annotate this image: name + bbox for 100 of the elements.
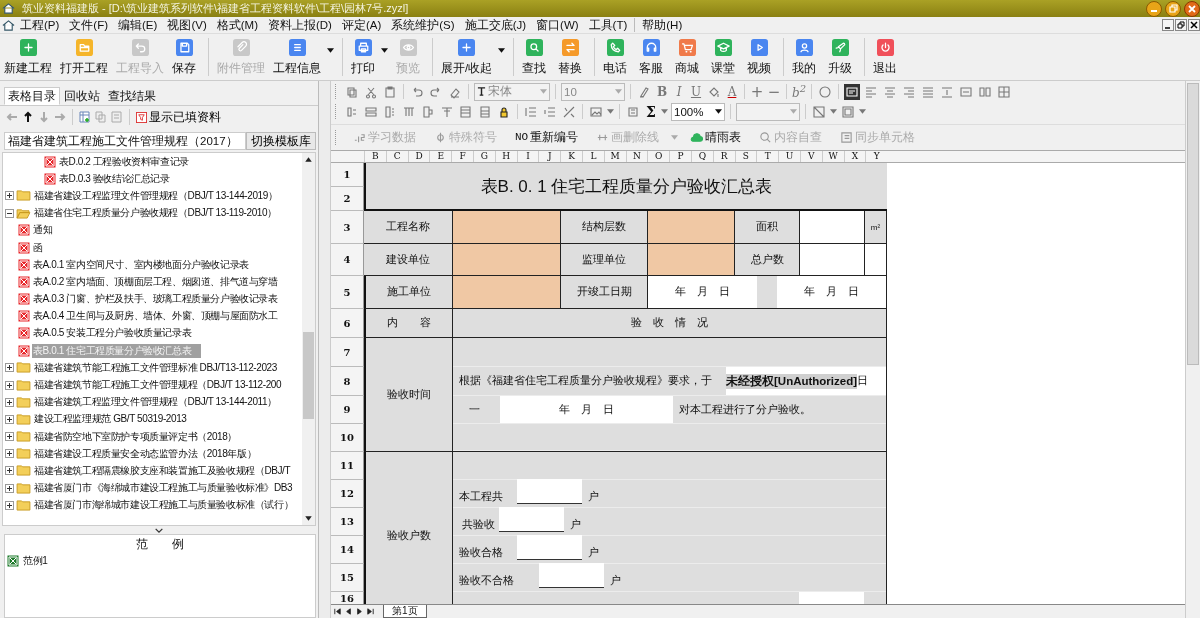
tree-item[interactable]: 表D.0.2 工程验收资料审查记录 — [58, 154, 190, 169]
column-header[interactable]: P — [669, 151, 691, 162]
column-header[interactable]: F — [451, 151, 473, 162]
sum-button[interactable]: Σ — [644, 103, 658, 120]
row-header[interactable]: 6 — [331, 309, 364, 338]
row-header[interactable]: 1 — [331, 163, 364, 187]
tree-item[interactable]: 福建省防空地下室防护专项质量评定书（2018） — [33, 429, 239, 444]
row-header[interactable]: 16 — [331, 592, 364, 604]
tree-item[interactable]: 福建省建筑工程隔震橡胶支座和装置施工及验收规程（DBJ/T — [33, 463, 292, 478]
column-header[interactable]: H — [494, 151, 517, 162]
column-header[interactable]: R — [712, 151, 735, 162]
zoom-select[interactable]: 100% — [671, 102, 725, 121]
column-header[interactable]: X — [843, 151, 866, 162]
tree-item[interactable]: 福建省建筑节能工程施工文件管理标准 DBJ/T13-112-2023 — [33, 360, 278, 375]
menu-item[interactable]: 工程(P) — [15, 17, 65, 33]
input-field[interactable] — [499, 507, 564, 532]
expand-icon[interactable] — [5, 432, 14, 442]
format-button[interactable]: − — [767, 82, 781, 101]
previous-page-icon[interactable] — [344, 607, 353, 616]
scrollbar-thumb[interactable] — [1187, 83, 1199, 365]
toolbar-button[interactable]: 展开/收起 — [437, 38, 510, 76]
minimize-button[interactable] — [1146, 0, 1162, 17]
expand-icon[interactable] — [5, 363, 14, 373]
column-header[interactable]: T — [756, 151, 779, 162]
menu-item[interactable]: 帮助(H) — [637, 17, 688, 33]
tree-item[interactable]: 表A.0.3 门窗、护栏及扶手、玻璃工程质量分户验收记录表 — [32, 292, 279, 307]
input-field[interactable] — [539, 563, 604, 588]
panel-tab[interactable]: 表格目录 — [4, 87, 60, 105]
tree-item[interactable]: 表A.0.2 室内墙面、顶棚面层工程、烟囱道、排气道与穿墙 — [32, 274, 279, 289]
toolbar-button[interactable]: 课堂 — [707, 38, 744, 76]
tree-item[interactable]: 福建省住宅工程质量分户验收规程（DBJ/T 13-119-2010） — [33, 206, 278, 221]
column-header[interactable]: D — [407, 151, 430, 162]
caret-icon[interactable] — [327, 47, 334, 53]
column-header[interactable]: Y — [865, 151, 888, 162]
menu-item[interactable]: 资料上报(D) — [262, 17, 337, 33]
row-header[interactable]: 9 — [331, 396, 364, 424]
column-header[interactable]: K — [560, 151, 582, 162]
panel-tab[interactable]: 回收站 — [60, 87, 104, 105]
switch-library-button[interactable]: 切换模板库 — [246, 132, 316, 150]
collapse-icon[interactable] — [5, 208, 14, 218]
format-button[interactable]: b$^{2}$ — [792, 83, 807, 100]
caret-icon[interactable] — [381, 47, 388, 53]
chevron-down-icon[interactable] — [154, 526, 164, 534]
menu-item[interactable]: 窗口(W) — [531, 17, 584, 33]
tree-item[interactable]: 表A.0.5 安装工程分户验收质量记录表 — [32, 326, 193, 341]
expand-icon[interactable] — [5, 191, 14, 201]
tree-item[interactable]: 函 — [32, 240, 44, 255]
format-button[interactable]: I — [672, 84, 686, 99]
column-header[interactable]: E — [429, 151, 452, 162]
column-header[interactable]: M — [603, 151, 626, 162]
toolbar-button[interactable]: 电话 — [599, 38, 636, 76]
input-cell[interactable] — [453, 276, 561, 309]
input-cell[interactable] — [648, 244, 735, 276]
toolbar-button[interactable]: 客服 — [635, 38, 672, 76]
row-header[interactable]: 2 — [331, 187, 364, 211]
up-arrow-icon[interactable] — [22, 111, 34, 123]
table-icon[interactable] — [458, 103, 474, 120]
column-header[interactable]: U — [778, 151, 800, 162]
toolbar-button[interactable]: 新建工程 — [0, 38, 56, 76]
toolbar-button[interactable]: 晴雨表 — [684, 129, 748, 145]
column-header[interactable]: O — [647, 151, 670, 162]
restore-button[interactable] — [1165, 0, 1181, 17]
expand-icon[interactable] — [5, 414, 14, 424]
tree-item[interactable]: 建设工程监理规范 GB/T 50319-2013 — [33, 412, 188, 427]
format-button[interactable]: U — [689, 84, 703, 99]
first-page-icon[interactable] — [333, 607, 342, 616]
menu-item[interactable]: 视图(V) — [162, 17, 212, 33]
column-header[interactable]: C — [385, 151, 408, 162]
grid-icon[interactable] — [996, 83, 1013, 100]
tree-item[interactable]: 福建省建设工程质量安全动态监管办法（2018年版） — [33, 446, 258, 461]
row-header[interactable]: 3 — [331, 211, 364, 244]
menu-item[interactable]: 编辑(E) — [113, 17, 163, 33]
row-header[interactable]: 12 — [331, 480, 364, 508]
sample-item[interactable]: 范例1 — [22, 554, 49, 568]
toolbar-button[interactable]: 打开工程 — [56, 38, 112, 76]
toolbar-button[interactable]: 替换 — [554, 38, 591, 76]
close-button[interactable] — [1188, 19, 1200, 31]
tree-item[interactable]: 表A.0.4 卫生间与及厨房、墙体、外窗、顶棚与屋面防水工 — [32, 309, 279, 324]
toolbar-button[interactable]: 我的 — [788, 38, 825, 76]
input-cell[interactable] — [648, 211, 735, 244]
text-wrap-icon[interactable] — [844, 83, 861, 100]
filter-button[interactable]: 显示已填资料 — [136, 109, 221, 125]
toolbar-button[interactable]: 商城 — [671, 38, 708, 76]
table-icon[interactable] — [420, 103, 436, 120]
input-field[interactable] — [517, 479, 582, 504]
expand-icon[interactable] — [5, 449, 14, 459]
column-header[interactable]: N — [625, 151, 648, 162]
row-header[interactable]: 4 — [331, 244, 364, 276]
format-button[interactable]: + — [750, 82, 764, 101]
menu-item[interactable]: 评定(A) — [336, 17, 387, 33]
toolbar-button[interactable]: 升级 — [824, 38, 861, 76]
library-field[interactable]: 福建省建筑工程施工文件管理规程（2017） — [4, 132, 246, 150]
row-header[interactable]: 5 — [331, 276, 364, 309]
menu-item[interactable]: 系统维护(S) — [386, 17, 460, 33]
row-header[interactable]: 8 — [331, 367, 364, 396]
expand-icon[interactable] — [5, 397, 14, 407]
panel-tab[interactable]: 查找结果 — [104, 87, 160, 105]
input-field[interactable] — [517, 535, 582, 560]
input-cell[interactable] — [453, 244, 561, 276]
restore-button[interactable] — [1175, 19, 1187, 31]
